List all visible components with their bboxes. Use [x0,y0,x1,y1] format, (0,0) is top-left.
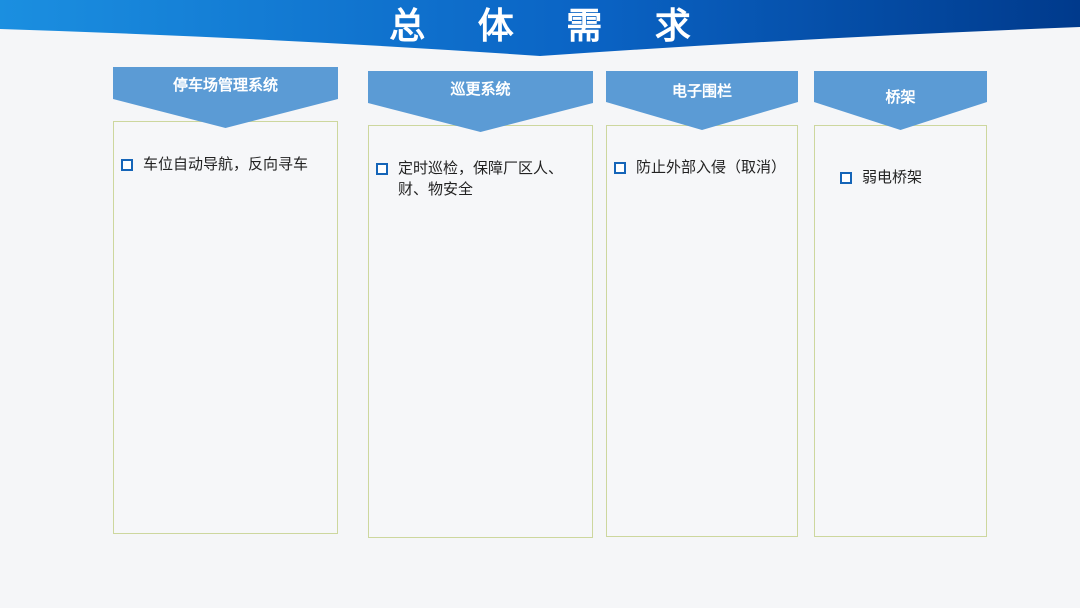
page-title: 总 体 需 求 [389,6,711,47]
square-bullet-icon [121,159,133,171]
list-item-text: 车位自动导航，反向寻车 [143,155,309,173]
column-header-label: 停车场管理系统 [172,76,278,94]
list-item-text: 弱电桥架 [862,168,923,186]
list-item-text: 防止外部入侵（取消） [636,158,787,176]
column-box [606,125,798,537]
list-item: 防止外部入侵（取消） [614,157,798,178]
list-item: 车位自动导航，反向寻车 [121,154,331,175]
list-item: 弱电桥架 [840,167,980,188]
column-header-label: 电子围栏 [671,82,732,100]
column-header: 巡更系统 [368,71,593,133]
column-patrol: 巡更系统 定时巡检，保障厂区人、财、物安全 [368,71,593,538]
column-header: 电子围栏 [606,71,798,131]
square-bullet-icon [376,163,388,175]
column-parking: 停车场管理系统 车位自动导航，反向寻车 [113,67,338,534]
column-fence: 电子围栏 防止外部入侵（取消） [606,71,798,537]
square-bullet-icon [840,172,852,184]
column-header-label: 巡更系统 [450,80,511,98]
column-tray: 桥架 弱电桥架 [814,71,987,537]
column-header: 桥架 [814,71,987,131]
column-header: 停车场管理系统 [113,67,338,129]
column-header-label: 桥架 [885,88,916,106]
list-item-text: 定时巡检，保障厂区人、财、物安全 [398,159,564,198]
square-bullet-icon [614,162,626,174]
column-box [113,121,338,534]
list-item: 定时巡检，保障厂区人、财、物安全 [376,158,566,200]
